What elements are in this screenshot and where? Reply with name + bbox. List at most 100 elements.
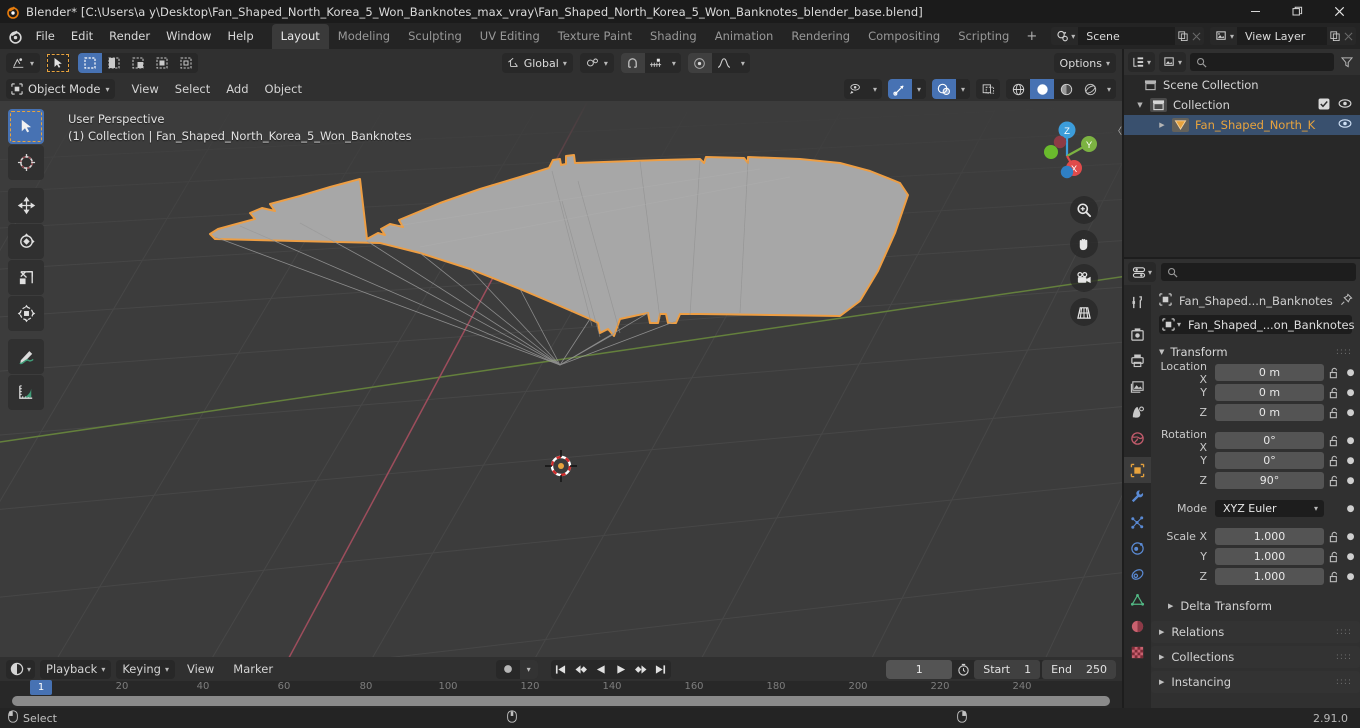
- magnet-icon[interactable]: [620, 53, 645, 73]
- viewport-menu-select[interactable]: Select: [167, 80, 218, 98]
- scene-name[interactable]: Scene: [1078, 27, 1176, 45]
- animate-property-icon[interactable]: ●: [1345, 476, 1356, 486]
- gizmo-dropdown-icon[interactable]: ▾: [912, 79, 926, 99]
- lock-icon[interactable]: [1328, 455, 1341, 467]
- select-intersect-icon[interactable]: [174, 53, 199, 73]
- rendered-shading-icon[interactable]: [1078, 79, 1102, 99]
- viewport-sidebar-toggle[interactable]: 〈: [1113, 117, 1122, 143]
- value-scale-y[interactable]: 1.000: [1215, 548, 1324, 565]
- animate-property-icon[interactable]: ●: [1345, 436, 1356, 446]
- viewport-menu-add[interactable]: Add: [218, 80, 256, 98]
- animate-property-icon[interactable]: ●: [1345, 368, 1356, 378]
- value-rotation-y[interactable]: 0°: [1215, 452, 1324, 469]
- tweak-select-tool[interactable]: [8, 109, 44, 144]
- solid-shading-icon[interactable]: [1030, 79, 1054, 99]
- animate-property-icon[interactable]: ●: [1345, 456, 1356, 466]
- animate-property-icon[interactable]: ●: [1345, 532, 1356, 542]
- annotate-tool[interactable]: [8, 339, 44, 374]
- tab-animation[interactable]: Animation: [706, 24, 783, 49]
- camera-icon[interactable]: [1070, 264, 1098, 292]
- animate-property-icon[interactable]: ●: [1345, 552, 1356, 562]
- cursor-tool[interactable]: [8, 145, 44, 180]
- falloff-dropdown-icon[interactable]: ▾: [735, 53, 750, 73]
- value-scale-x[interactable]: 1.000: [1215, 528, 1324, 545]
- tab-sculpting[interactable]: Sculpting: [399, 24, 471, 49]
- viewlayer-selector[interactable]: ▾ View Layer: [1209, 27, 1356, 45]
- 3d-viewport[interactable]: User Perspective (1) Collection | Fan_Sh…: [0, 101, 1122, 657]
- property-row-location-z[interactable]: Z 0 m ●: [1151, 403, 1356, 422]
- select-invert-icon[interactable]: [150, 53, 175, 73]
- timeline-menu-keying[interactable]: Keying ▾: [116, 659, 175, 679]
- property-row-rotation-x[interactable]: Rotation X 0° ●: [1151, 428, 1356, 454]
- object-visibility-icon[interactable]: [844, 79, 868, 99]
- tab-compositing[interactable]: Compositing: [859, 24, 949, 49]
- tab-texture-paint[interactable]: Texture Paint: [549, 24, 641, 49]
- object-name-field[interactable]: ▾ Fan_Shaped_...on_Banknotes: [1159, 315, 1355, 334]
- value-location-z[interactable]: 0 m: [1215, 404, 1324, 421]
- jump-end-icon[interactable]: [651, 660, 671, 679]
- panel-disclosure-icon[interactable]: ▼: [1159, 348, 1164, 356]
- timeline-playhead[interactable]: 1: [30, 680, 52, 695]
- auto-keying-dropdown-icon[interactable]: ▾: [519, 659, 538, 679]
- outliner-row-scene-collection[interactable]: Scene Collection: [1124, 75, 1360, 95]
- material-preview-shading-icon[interactable]: [1054, 79, 1078, 99]
- property-row-rotation-z[interactable]: Z 90° ●: [1151, 471, 1356, 490]
- value-location-y[interactable]: 0 m: [1215, 384, 1324, 401]
- outliner-row-object[interactable]: ▼ ▶ Fan_Shaped_North_K: [1124, 115, 1360, 135]
- tab-render-icon[interactable]: [1124, 321, 1151, 347]
- select-subtract-icon[interactable]: [126, 53, 151, 73]
- navigation-gizmo[interactable]: X Y Z: [1030, 116, 1104, 190]
- property-row-scale-x[interactable]: Scale X 1.000 ●: [1151, 527, 1356, 546]
- tab-modeling[interactable]: Modeling: [329, 24, 399, 49]
- tab-constraints-icon[interactable]: [1124, 561, 1151, 587]
- outliner-editor-type-icon[interactable]: ▾: [1128, 52, 1156, 72]
- timeline-menu-view[interactable]: View: [180, 660, 221, 678]
- new-scene-icon[interactable]: [1175, 27, 1190, 45]
- property-row-scale-z[interactable]: Z 1.000 ●: [1151, 567, 1356, 586]
- panel-collections[interactable]: ▶ Collections ::::: [1151, 646, 1360, 668]
- tab-material-icon[interactable]: [1124, 613, 1151, 639]
- select-set-icon[interactable]: [78, 53, 103, 73]
- menu-window[interactable]: Window: [158, 26, 219, 46]
- viewport-menu-object[interactable]: Object: [257, 80, 310, 98]
- tab-object-data-icon[interactable]: [1124, 587, 1151, 613]
- menu-help[interactable]: Help: [219, 26, 261, 46]
- collection-checkbox[interactable]: [1318, 98, 1330, 113]
- lock-icon[interactable]: [1328, 531, 1341, 543]
- tab-output-icon[interactable]: [1124, 347, 1151, 373]
- value-rotation-x[interactable]: 0°: [1215, 432, 1324, 449]
- tab-tool-icon[interactable]: [1124, 289, 1151, 315]
- outliner-search-input[interactable]: [1190, 53, 1334, 71]
- tab-rendering[interactable]: Rendering: [782, 24, 859, 49]
- tab-modifier-icon[interactable]: [1124, 483, 1151, 509]
- editor-type-selector[interactable]: ▾: [6, 53, 41, 73]
- orthographic-grid-icon[interactable]: [1070, 298, 1098, 326]
- value-location-x[interactable]: 0 m: [1215, 364, 1324, 381]
- tab-physics-icon[interactable]: [1124, 535, 1151, 561]
- interaction-mode-selector[interactable]: Object Mode ▾: [6, 79, 116, 99]
- next-keyframe-icon[interactable]: [631, 660, 651, 679]
- jump-start-icon[interactable]: [551, 660, 571, 679]
- transform-orientation-selector[interactable]: Global ▾: [501, 53, 573, 73]
- pivot-point-selector[interactable]: ▾: [579, 53, 614, 73]
- start-frame-field[interactable]: Start 1: [974, 659, 1041, 679]
- snap-dropdown-icon[interactable]: ▾: [666, 53, 681, 73]
- tab-world-icon[interactable]: [1124, 425, 1151, 451]
- current-frame-field[interactable]: 1: [886, 659, 953, 679]
- minimize-button[interactable]: [1234, 0, 1276, 23]
- disclosure-triangle-icon[interactable]: ▶: [1156, 121, 1168, 129]
- menu-render[interactable]: Render: [101, 26, 158, 46]
- falloff-curve-icon[interactable]: [711, 53, 736, 73]
- tab-texture-icon[interactable]: [1124, 639, 1151, 665]
- properties-search-input[interactable]: [1161, 263, 1356, 281]
- scale-tool[interactable]: [8, 260, 44, 295]
- property-row-location-x[interactable]: Location X 0 m ●: [1151, 360, 1356, 386]
- lock-icon[interactable]: [1328, 435, 1341, 447]
- menu-edit[interactable]: Edit: [63, 26, 101, 46]
- animate-property-icon[interactable]: ●: [1345, 408, 1356, 418]
- viewlayer-name[interactable]: View Layer: [1237, 27, 1328, 45]
- new-viewlayer-icon[interactable]: [1327, 27, 1342, 45]
- shading-dropdown-icon[interactable]: ▾: [1102, 79, 1116, 99]
- tab-scene-icon[interactable]: [1124, 399, 1151, 425]
- pan-hand-icon[interactable]: [1070, 230, 1098, 258]
